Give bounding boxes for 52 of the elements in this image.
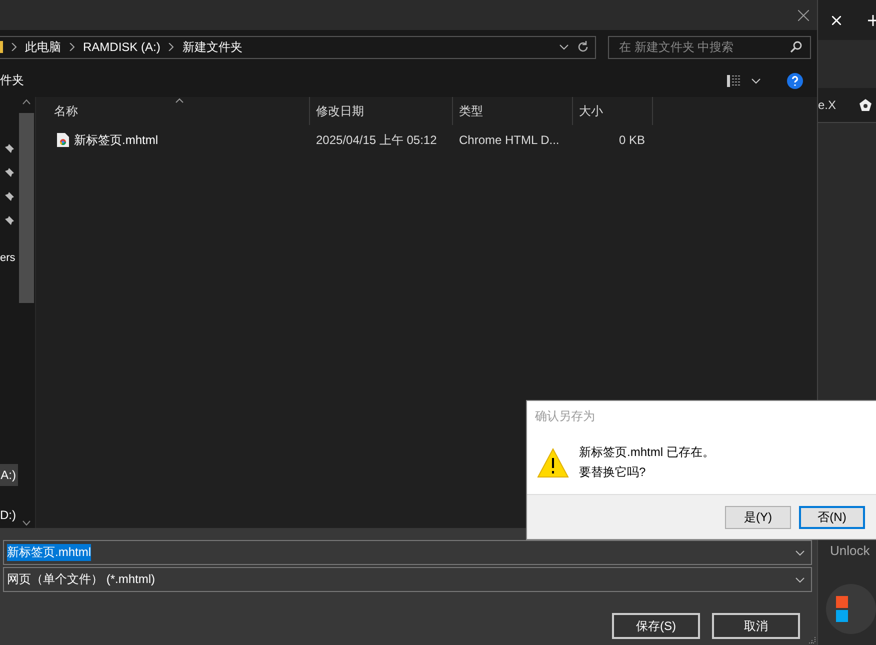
search-field[interactable]: 在 新建文件夹 中搜索 [608,36,811,58]
dropdown-caret-icon[interactable] [559,44,569,50]
sort-up-icon [175,98,184,103]
unlock-label: Unlock [830,543,871,558]
file-name[interactable]: 新标签页.mhtml [74,132,158,148]
nav-item[interactable]: D:) [0,504,18,526]
dialog-button[interactable]: 保存(S) [612,613,700,639]
view-options-icon[interactable] [727,74,743,86]
view-caret-icon[interactable] [751,78,761,84]
chevron-right-icon [168,43,174,51]
file-type: Chrome HTML D... [458,133,560,147]
file-size: 0 KB [618,133,646,147]
nav-item[interactable]: A:) [0,464,18,486]
column-header[interactable]: 大小 [573,97,653,125]
column-header[interactable]: 类型 [453,97,573,125]
scroll-up-icon[interactable] [22,99,31,105]
column-header[interactable]: 修改日期 [310,97,453,125]
new-tab-icon[interactable] [868,14,876,26]
new-folder-button[interactable]: 件夹 [0,72,24,89]
modified-date: 2025/04/15 上午 05:12 [315,132,438,148]
scrollbar-thumb[interactable] [19,112,34,302]
chevron-right-icon [69,43,75,51]
file-type-dropdown[interactable]: 网页（单个文件） (*.mhtml) [3,567,812,592]
dialog-message: 要替换它吗? [579,464,647,481]
dropdown-caret-icon[interactable] [795,550,805,556]
file-icon [57,133,69,147]
chevron-right-icon [11,43,17,51]
dialog-button[interactable]: 取消 [712,613,800,639]
breadcrumb-item[interactable]: 此电脑 [25,38,61,56]
refresh-icon[interactable] [577,41,589,53]
column-header[interactable]: 名称 [36,97,310,125]
warning-icon [537,448,569,478]
dialog-message: 新标签页.mhtml 已存在。 [579,444,714,461]
scroll-down-icon[interactable] [22,520,31,526]
breadcrumb-item[interactable]: 新建文件夹 [182,38,242,56]
search-icon [790,41,802,53]
tab-close-icon[interactable] [832,16,841,24]
windows-logo-icon [836,596,848,622]
help-icon[interactable] [787,72,803,88]
filename-field[interactable]: 新标签页.mhtml [3,540,812,565]
dialog-button[interactable]: 否(N) [799,506,865,528]
close-icon[interactable] [798,10,809,20]
dialog-button[interactable]: 是(Y) [725,506,791,528]
breadcrumb-item[interactable]: RAMDISK (A:) [83,40,160,54]
dropdown-caret-icon[interactable] [795,576,805,582]
page-title-text: e.X [818,98,836,112]
extension-icon[interactable] [859,98,872,112]
nav-item[interactable]: ers [0,252,16,264]
dialog-title: 确认另存为 [534,408,596,424]
search-input[interactable]: 在 新建文件夹 中搜索 [619,40,790,54]
filename-text: 新标签页.mhtml [7,544,91,561]
resize-grip-icon[interactable] [808,636,816,644]
